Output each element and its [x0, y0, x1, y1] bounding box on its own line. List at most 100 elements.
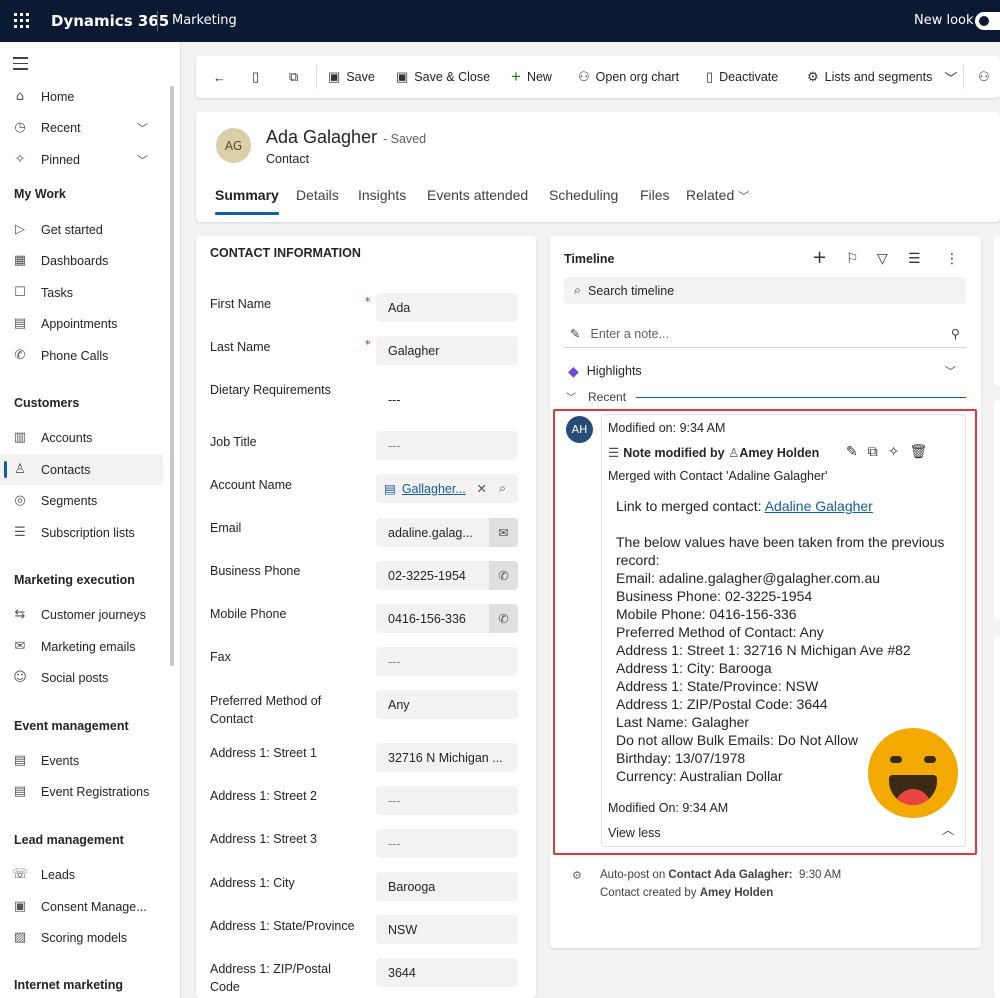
command-bar: ← ▯ ⧉ ▣ Save ▣ Save & Close + New ⚇ Open org…	[196, 56, 1000, 98]
add-icon[interactable]: +	[812, 247, 827, 268]
field-label: Mobile Phone	[210, 607, 287, 621]
zip-field[interactable]: 3644	[376, 958, 518, 987]
preferred-contact-method-field[interactable]: Any	[376, 690, 518, 719]
chevron-down-icon[interactable]: ﹀	[944, 68, 957, 87]
tab-summary[interactable]: Summary	[215, 187, 279, 215]
mail-icon[interactable]: ✉	[489, 518, 518, 547]
chevron-down-icon[interactable]: ﹀	[945, 363, 956, 379]
nav-item-segments[interactable]: ◎ Segments	[0, 485, 163, 516]
tab-related[interactable]: Related ﹀	[686, 187, 749, 204]
attach-icon[interactable]: ⚲	[951, 326, 960, 341]
created-by[interactable]: Amey Holden	[700, 887, 774, 899]
search-icon[interactable]: ⌕	[499, 481, 506, 496]
job-title-field[interactable]: ---	[376, 431, 518, 460]
field-value: Galagher	[388, 343, 440, 358]
popout-icon: ⧉	[289, 69, 299, 84]
nav-item-dashboards[interactable]: ▦ Dashboards	[0, 245, 163, 276]
state-field[interactable]: NSW	[376, 915, 518, 944]
more-icon[interactable]: ⋮	[945, 251, 959, 267]
deactivate-button[interactable]: ▯ Deactivate	[706, 56, 778, 98]
nav-item-label: Events	[41, 753, 80, 768]
mobile-phone-field[interactable]: 0416-156-336 ✆	[376, 604, 518, 633]
nav-item-scoring-models[interactable]: ▨ Scoring models	[0, 922, 163, 953]
chevron-down-icon[interactable]: ﹀	[137, 120, 148, 136]
app-launcher-icon[interactable]	[14, 13, 30, 29]
phone-icon[interactable]: ✆	[489, 604, 518, 633]
app-name[interactable]: Marketing	[172, 13, 237, 28]
nav-item-label: Recent	[41, 120, 81, 135]
field-value[interactable]: Gallagher...	[402, 482, 471, 496]
tab-events-attended[interactable]: Events attended	[427, 187, 528, 203]
field-value: ---	[388, 392, 401, 407]
hamburger-icon[interactable]	[13, 57, 28, 74]
brand-title[interactable]: Dynamics 365	[51, 12, 169, 30]
chevron-down-icon[interactable]: ﹀	[137, 152, 148, 168]
new-button[interactable]: + New	[511, 56, 552, 98]
close-icon[interactable]: ✕	[477, 481, 487, 496]
email-field[interactable]: adaline.galag... ✉	[376, 518, 518, 547]
open-new-window-button[interactable]: ⧉	[289, 56, 304, 98]
plus-icon: +	[511, 67, 521, 86]
nav-item-appointments[interactable]: ▤ Appointments	[0, 308, 163, 339]
nav-scrollbar[interactable]	[170, 86, 174, 666]
nav-item-subscription-lists[interactable]: ☰ Subscription lists	[0, 517, 163, 548]
nav-item-marketing-emails[interactable]: ✉ Marketing emails	[0, 631, 163, 662]
tab-details[interactable]: Details	[296, 187, 339, 203]
group-my-work: My Work	[14, 187, 66, 201]
account-name-lookup[interactable]: ▤ Gallagher... ✕ ⌕	[376, 474, 518, 503]
nav-item-customer-journeys[interactable]: ⇆ Customer journeys	[0, 599, 163, 630]
field-label: Address 1: Street 2	[210, 789, 318, 803]
phone-icon[interactable]: ✆	[489, 561, 518, 590]
save-close-button[interactable]: ▣ Save & Close	[396, 56, 490, 98]
filter-icon[interactable]: ▽	[877, 251, 888, 267]
search-timeline-input[interactable]: ⌕ Search timeline	[564, 277, 966, 304]
side-panel	[994, 636, 1000, 998]
last-name-field[interactable]: Galagher	[376, 336, 518, 365]
nav-item-accounts[interactable]: ▥ Accounts	[0, 422, 163, 453]
street2-field[interactable]: ---	[376, 786, 518, 815]
back-button[interactable]: ←	[213, 56, 232, 98]
tab-insights[interactable]: Insights	[358, 187, 406, 203]
recent-group-header[interactable]: ﹀ Recent	[564, 389, 966, 407]
business-phone-field[interactable]: 02-3225-1954 ✆	[376, 561, 518, 590]
entity-type: Contact	[266, 152, 310, 166]
first-name-field[interactable]: Ada	[376, 293, 518, 322]
nav-item-social-posts[interactable]: ☺ Social posts	[0, 662, 163, 693]
nav-item-tasks[interactable]: ☐ Tasks	[0, 277, 163, 308]
required-icon: *	[365, 295, 371, 308]
sort-icon[interactable]: ☰	[908, 251, 921, 267]
nav-item-label: Contacts	[41, 462, 91, 477]
city-field[interactable]: Barooga	[376, 872, 518, 901]
lists-label: Lists and segments	[824, 70, 933, 84]
field-label: Address 1: Street 1	[210, 746, 318, 760]
form-view-button[interactable]: ▯	[252, 56, 265, 98]
new-look-toggle[interactable]	[975, 12, 1000, 30]
nav-item-leads[interactable]: ☏ Leads	[0, 859, 163, 890]
open-org-chart-button[interactable]: ⚇ Open org chart	[578, 56, 679, 98]
note-input[interactable]: ✎ Enter a note... ⚲	[564, 320, 966, 348]
more-commands-button[interactable]: ⚇	[978, 56, 996, 98]
highlights-row[interactable]: ◆ Highlights ﹀	[564, 358, 966, 384]
field-value: ---	[388, 654, 401, 669]
nav-item-consent-management[interactable]: ▣ Consent Manage...	[0, 891, 163, 922]
nav-item-phone-calls[interactable]: ✆ Phone Calls	[0, 340, 163, 371]
tab-scheduling[interactable]: Scheduling	[549, 187, 618, 203]
save-status: - Saved	[383, 132, 427, 146]
street1-field[interactable]: 32716 N Michigan ...	[376, 743, 518, 772]
lists-segments-button[interactable]: ⚙ Lists and segments ﹀	[807, 56, 963, 98]
tab-files[interactable]: Files	[640, 187, 670, 203]
dietary-requirements-field[interactable]: ---	[376, 385, 518, 414]
nav-item-contacts[interactable]: ♙ Contacts	[0, 454, 163, 485]
nav-item-pinned[interactable]: ✧ Pinned ﹀	[0, 144, 163, 175]
nav-item-get-started[interactable]: ▷ Get started	[0, 214, 163, 245]
nav-item-event-registrations[interactable]: ▤ Event Registrations	[0, 776, 163, 807]
nav-item-home[interactable]: ⌂ Home	[0, 81, 163, 112]
nav-item-recent[interactable]: ◷ Recent ﹀	[0, 112, 163, 143]
nav-item-events[interactable]: ▤ Events	[0, 745, 163, 776]
bookmark-icon[interactable]: ⚐	[846, 251, 859, 267]
save-button[interactable]: ▣ Save	[328, 56, 375, 98]
field-value: 32716 N Michigan ...	[388, 750, 503, 765]
fax-field[interactable]: ---	[376, 647, 518, 676]
street3-field[interactable]: ---	[376, 829, 518, 858]
autopost-entry: ⚙ Auto-post on Contact Ada Galagher: 9:3…	[572, 866, 841, 902]
